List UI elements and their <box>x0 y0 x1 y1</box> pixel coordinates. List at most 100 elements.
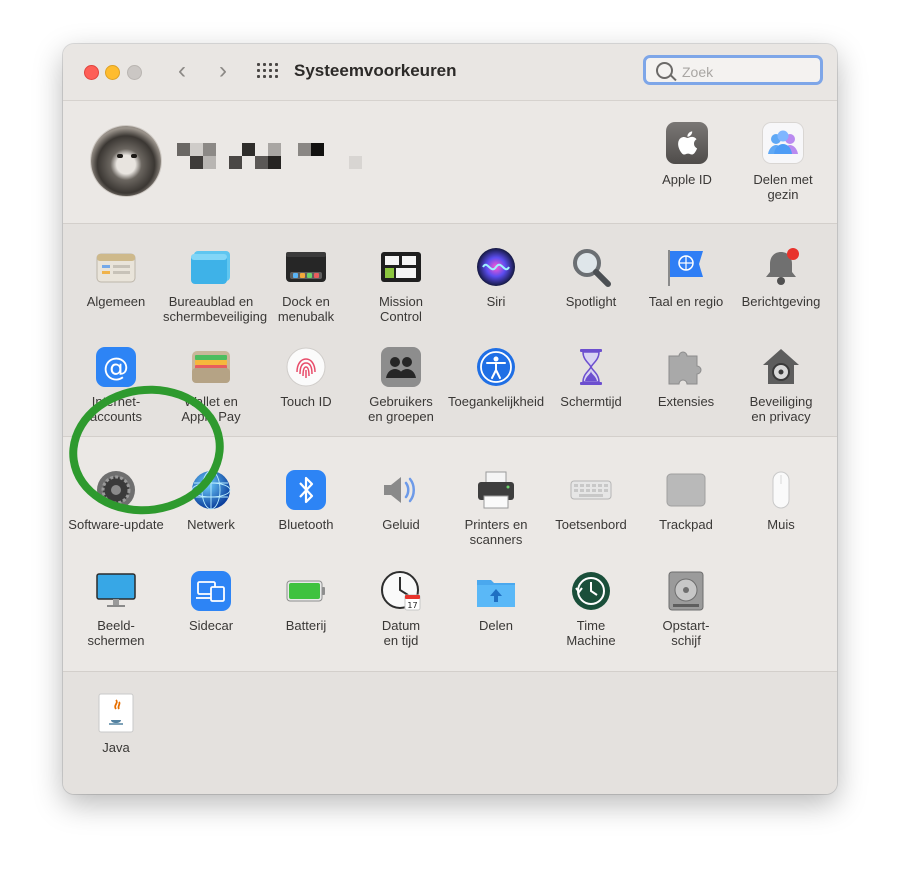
pane-label: Delen <box>479 618 513 633</box>
pane-time-machine[interactable]: Time Machine <box>543 570 639 648</box>
pane-printers[interactable]: Printers en scanners <box>448 469 544 547</box>
family-sharing-icon <box>762 122 804 164</box>
pane-label: Bluetooth <box>278 517 334 532</box>
sharing-icon <box>475 570 517 612</box>
pane-wallet[interactable]: Wallet en Apple Pay <box>163 346 259 424</box>
svg-text:@: @ <box>103 353 129 383</box>
pane-label: Mission Control <box>378 294 424 324</box>
pane-notifications[interactable]: Berichtgeving <box>733 246 829 309</box>
pane-language-region[interactable]: Taal en regio <box>638 246 734 309</box>
internet-accounts-icon: @ <box>95 346 137 388</box>
pane-family-sharing[interactable]: Delen met gezin <box>738 122 828 202</box>
window-title: Systeemvoorkeuren <box>294 61 457 80</box>
siri-icon <box>475 246 517 288</box>
pane-spotlight[interactable]: Spotlight <box>543 246 639 309</box>
pane-sound[interactable]: Geluid <box>353 469 449 532</box>
pane-label: Dock en menubalk <box>277 294 335 324</box>
pane-label: Toegankelijkheid <box>448 394 545 409</box>
printers-icon <box>475 469 517 511</box>
pane-accessibility[interactable]: Toegankelijkheid <box>448 346 544 409</box>
pane-label: Muis <box>767 517 795 532</box>
pane-battery[interactable]: Batterij <box>258 570 354 633</box>
preferences-section-hardware: Software-update Netwerk Bluetooth Geluid… <box>63 437 837 671</box>
language-region-icon <box>665 246 707 288</box>
forward-button[interactable]: › <box>211 59 235 85</box>
pane-label: Taal en regio <box>648 294 724 309</box>
pane-extensions[interactable]: Extensies <box>638 346 734 409</box>
pane-date-time[interactable]: 17 Datum en tijd <box>353 570 449 648</box>
pane-label: Berichtgeving <box>741 294 821 309</box>
pane-sharing[interactable]: Delen <box>448 570 544 633</box>
pane-bluetooth[interactable]: Bluetooth <box>258 469 354 532</box>
preferences-section-other: Java <box>63 672 837 794</box>
account-section: Apple ID Delen met gezin <box>63 101 837 223</box>
software-update-icon <box>95 469 137 511</box>
search-input[interactable] <box>680 60 814 84</box>
pane-screen-time[interactable]: Schermtijd <box>543 346 639 409</box>
pane-java[interactable]: Java <box>68 692 164 755</box>
pane-internet-accounts[interactable]: @ Internet- accounts <box>68 346 164 424</box>
pane-label: Gebruikers en groepen <box>368 394 434 424</box>
pane-network[interactable]: Netwerk <box>163 469 259 532</box>
pane-label: Wallet en Apple Pay <box>181 394 241 424</box>
pane-label: Apple ID <box>662 172 712 187</box>
zoom-button[interactable] <box>127 65 142 80</box>
time-machine-icon <box>570 570 612 612</box>
touch-id-icon <box>285 346 327 388</box>
dock-icon <box>285 246 327 288</box>
pane-label: Siri <box>486 294 506 309</box>
network-icon <box>190 469 232 511</box>
pane-trackpad[interactable]: Trackpad <box>638 469 734 532</box>
pane-label: Touch ID <box>280 394 332 409</box>
startup-disk-icon <box>665 570 707 612</box>
pane-label: Beveiliging en privacy <box>749 394 813 424</box>
svg-text:17: 17 <box>407 601 417 610</box>
desktop-screensaver-icon <box>190 246 232 288</box>
pane-label: Datum en tijd <box>381 618 421 648</box>
screen-time-icon <box>570 346 612 388</box>
pane-label: Sidecar <box>188 618 234 633</box>
pane-mission-control[interactable]: Mission Control <box>353 246 449 324</box>
pane-apple-id[interactable]: Apple ID <box>642 122 732 187</box>
pane-label: Bureaublad en schermbeveiliging <box>163 294 268 324</box>
pane-siri[interactable]: Siri <box>448 246 544 309</box>
sound-icon <box>380 469 422 511</box>
mouse-icon <box>760 469 802 511</box>
preferences-section-personal: Algemeen Bureaublad en schermbeveiliging… <box>63 224 837 436</box>
java-icon <box>95 692 137 734</box>
back-button[interactable]: ‹ <box>170 59 194 85</box>
pane-label: Batterij <box>285 618 327 633</box>
pane-label: Spotlight <box>565 294 617 309</box>
pane-mouse[interactable]: Muis <box>733 469 829 532</box>
pane-displays[interactable]: Beeld- schermen <box>68 570 164 648</box>
pane-software-update[interactable]: Software-update <box>68 469 164 532</box>
user-avatar[interactable] <box>91 126 161 196</box>
pane-security-privacy[interactable]: Beveiliging en privacy <box>733 346 829 424</box>
pane-users-groups[interactable]: Gebruikers en groepen <box>353 346 449 424</box>
pane-dock[interactable]: Dock en menubalk <box>258 246 354 324</box>
users-groups-icon <box>380 346 422 388</box>
minimize-button[interactable] <box>105 65 120 80</box>
pane-label: Netwerk <box>187 517 235 532</box>
pane-startup-disk[interactable]: Opstart- schijf <box>638 570 734 648</box>
pane-label: Printers en scanners <box>464 517 528 547</box>
pane-desktop-screensaver[interactable]: Bureaublad en schermbeveiliging <box>163 246 268 324</box>
mission-control-icon <box>380 246 422 288</box>
show-all-grid-icon[interactable] <box>257 63 278 81</box>
system-preferences-window: ‹ › Systeemvoorkeuren Zoek Apple ID Dele… <box>63 44 837 794</box>
date-time-icon: 17 <box>380 570 422 612</box>
notifications-icon <box>760 246 802 288</box>
pane-touch-id[interactable]: Touch ID <box>258 346 354 409</box>
title-bar: ‹ › Systeemvoorkeuren <box>63 44 837 101</box>
trackpad-icon <box>665 469 707 511</box>
search-field[interactable] <box>643 55 823 85</box>
keyboard-icon <box>570 469 612 511</box>
displays-icon <box>95 570 137 612</box>
pane-sidecar[interactable]: Sidecar <box>163 570 259 633</box>
pane-label: Toetsenbord <box>555 517 627 532</box>
search-icon <box>656 62 673 79</box>
pane-general[interactable]: Algemeen <box>68 246 164 309</box>
pane-keyboard[interactable]: Toetsenbord <box>543 469 639 532</box>
accessibility-icon <box>475 346 517 388</box>
close-button[interactable] <box>84 65 99 80</box>
